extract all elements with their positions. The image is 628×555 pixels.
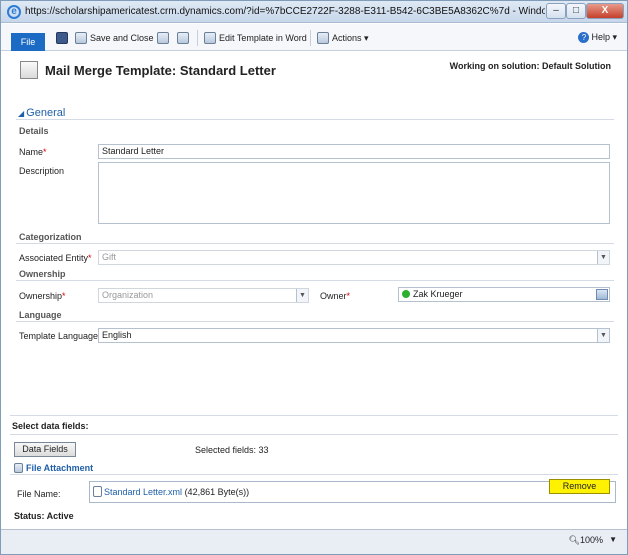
zoom-value: 100%: [579, 535, 603, 545]
chevron-down-icon: ▼: [597, 251, 609, 264]
chevron-down-icon: ▼: [296, 289, 308, 302]
save-new-icon[interactable]: [157, 32, 169, 44]
section-divider: [16, 321, 614, 322]
associated-entity-select: Gift ▼: [98, 250, 610, 265]
ownership-select: Organization ▼: [98, 288, 309, 303]
ownership-label-text: Ownership: [19, 291, 63, 301]
status-label: Status: Active: [14, 511, 74, 521]
owner-label: Owner*: [320, 291, 350, 301]
window-title: https://scholarshipamericatest.crm.dynam…: [25, 6, 545, 17]
zoom-icon: 🔍︎: [568, 535, 580, 545]
file-download-link[interactable]: Standard Letter.xml: [104, 487, 182, 497]
required-mark: *: [88, 253, 92, 263]
print-icon[interactable]: [177, 32, 189, 44]
template-language-select[interactable]: English ▼: [98, 328, 610, 343]
categorization-group-label: Categorization: [19, 232, 82, 242]
details-group-label: Details: [19, 126, 49, 136]
file-tab[interactable]: File: [11, 33, 45, 51]
select-data-fields-label: Select data fields:: [12, 421, 89, 431]
paperclip-icon: [14, 463, 23, 473]
ownership-group-label: Ownership: [19, 269, 66, 279]
general-section-toggle[interactable]: ◢ General: [18, 107, 65, 119]
template-language-value: English: [102, 330, 132, 340]
lookup-icon[interactable]: [596, 289, 608, 300]
general-section-label: General: [26, 107, 66, 119]
description-field[interactable]: [98, 162, 610, 224]
command-ribbon: File Save and Close Edit Template in Wor…: [1, 24, 627, 51]
associated-entity-label: Associated Entity*: [19, 253, 92, 263]
help-icon: ?: [578, 32, 590, 43]
maximize-button[interactable]: □: [566, 3, 586, 19]
ribbon-separator: [197, 30, 198, 46]
actions-menu-button[interactable]: Actions ▾: [317, 30, 369, 46]
chevron-down-icon[interactable]: ▼: [597, 329, 609, 342]
browser-window: e https://scholarshipamericatest.crm.dyn…: [0, 0, 628, 555]
collapse-triangle-icon: ◢: [18, 109, 25, 118]
file-name-label: File Name:: [17, 489, 61, 499]
section-divider: [16, 119, 614, 120]
file-icon: [93, 486, 102, 497]
edit-template-in-word-button[interactable]: Edit Template in Word: [204, 30, 307, 46]
required-mark: *: [346, 291, 351, 301]
required-mark: *: [62, 291, 66, 301]
file-attachment-label: File Attachment: [26, 463, 94, 473]
help-label: Help ▾: [591, 32, 617, 42]
save-and-close-button[interactable]: Save and Close: [75, 30, 154, 46]
ie-browser-icon: e: [7, 5, 21, 19]
remove-button[interactable]: Remove: [549, 479, 610, 494]
section-divider: [16, 280, 614, 281]
actions-label: Actions ▾: [332, 32, 369, 43]
name-label-text: Name: [19, 147, 44, 157]
solution-indicator: Working on solution: Default Solution: [449, 61, 611, 71]
title-bar: e https://scholarshipamericatest.crm.dyn…: [1, 1, 627, 23]
file-attachment-entry: Standard Letter.xml (42,861 Byte(s)): [93, 486, 249, 497]
panel-divider: [10, 415, 618, 416]
owner-lookup[interactable]: Zak Krueger: [398, 287, 610, 302]
name-field[interactable]: Standard Letter: [98, 144, 610, 159]
browser-status-bar: 🔍︎100% ▼: [1, 529, 627, 554]
section-divider: [16, 243, 614, 244]
save-close-icon: [75, 32, 87, 44]
description-label: Description: [19, 166, 65, 176]
minimize-button[interactable]: –: [546, 3, 566, 19]
associated-entity-label-text: Associated Entity: [19, 253, 89, 263]
ribbon-separator: [310, 30, 311, 46]
panel-divider: [10, 434, 618, 435]
owner-label-text: Owner: [320, 291, 347, 301]
zoom-level[interactable]: 🔍︎100%: [569, 535, 603, 546]
required-mark: *: [43, 147, 47, 157]
language-group-label: Language: [19, 310, 62, 320]
file-size: (42,861 Byte(s)): [184, 487, 250, 497]
edit-template-label: Edit Template in Word: [219, 33, 307, 43]
data-fields-button[interactable]: Data Fields: [14, 442, 76, 457]
presence-status-icon: [402, 290, 410, 298]
save-and-close-label: Save and Close: [90, 33, 154, 43]
close-window-button[interactable]: X: [586, 3, 624, 19]
zoom-dropdown-icon[interactable]: ▼: [609, 535, 617, 544]
ownership-label: Ownership*: [19, 291, 66, 301]
file-attachment-heading: File Attachment: [14, 463, 93, 473]
template-language-label: Template Language: [19, 331, 99, 341]
mail-merge-template-icon: [20, 61, 38, 79]
panel-divider: [10, 474, 618, 475]
save-icon[interactable]: [56, 32, 68, 44]
page-title: Mail Merge Template: Standard Letter: [45, 63, 276, 78]
ownership-value: Organization: [102, 290, 154, 300]
owner-value-link[interactable]: Zak Krueger: [413, 289, 463, 299]
help-menu-button[interactable]: ? Help ▾: [578, 32, 617, 43]
name-label: Name*: [19, 147, 47, 157]
actions-icon: [317, 32, 329, 44]
associated-entity-value: Gift: [102, 252, 117, 262]
selected-fields-count: Selected fields: 33: [195, 445, 269, 455]
word-document-icon: [204, 32, 216, 44]
